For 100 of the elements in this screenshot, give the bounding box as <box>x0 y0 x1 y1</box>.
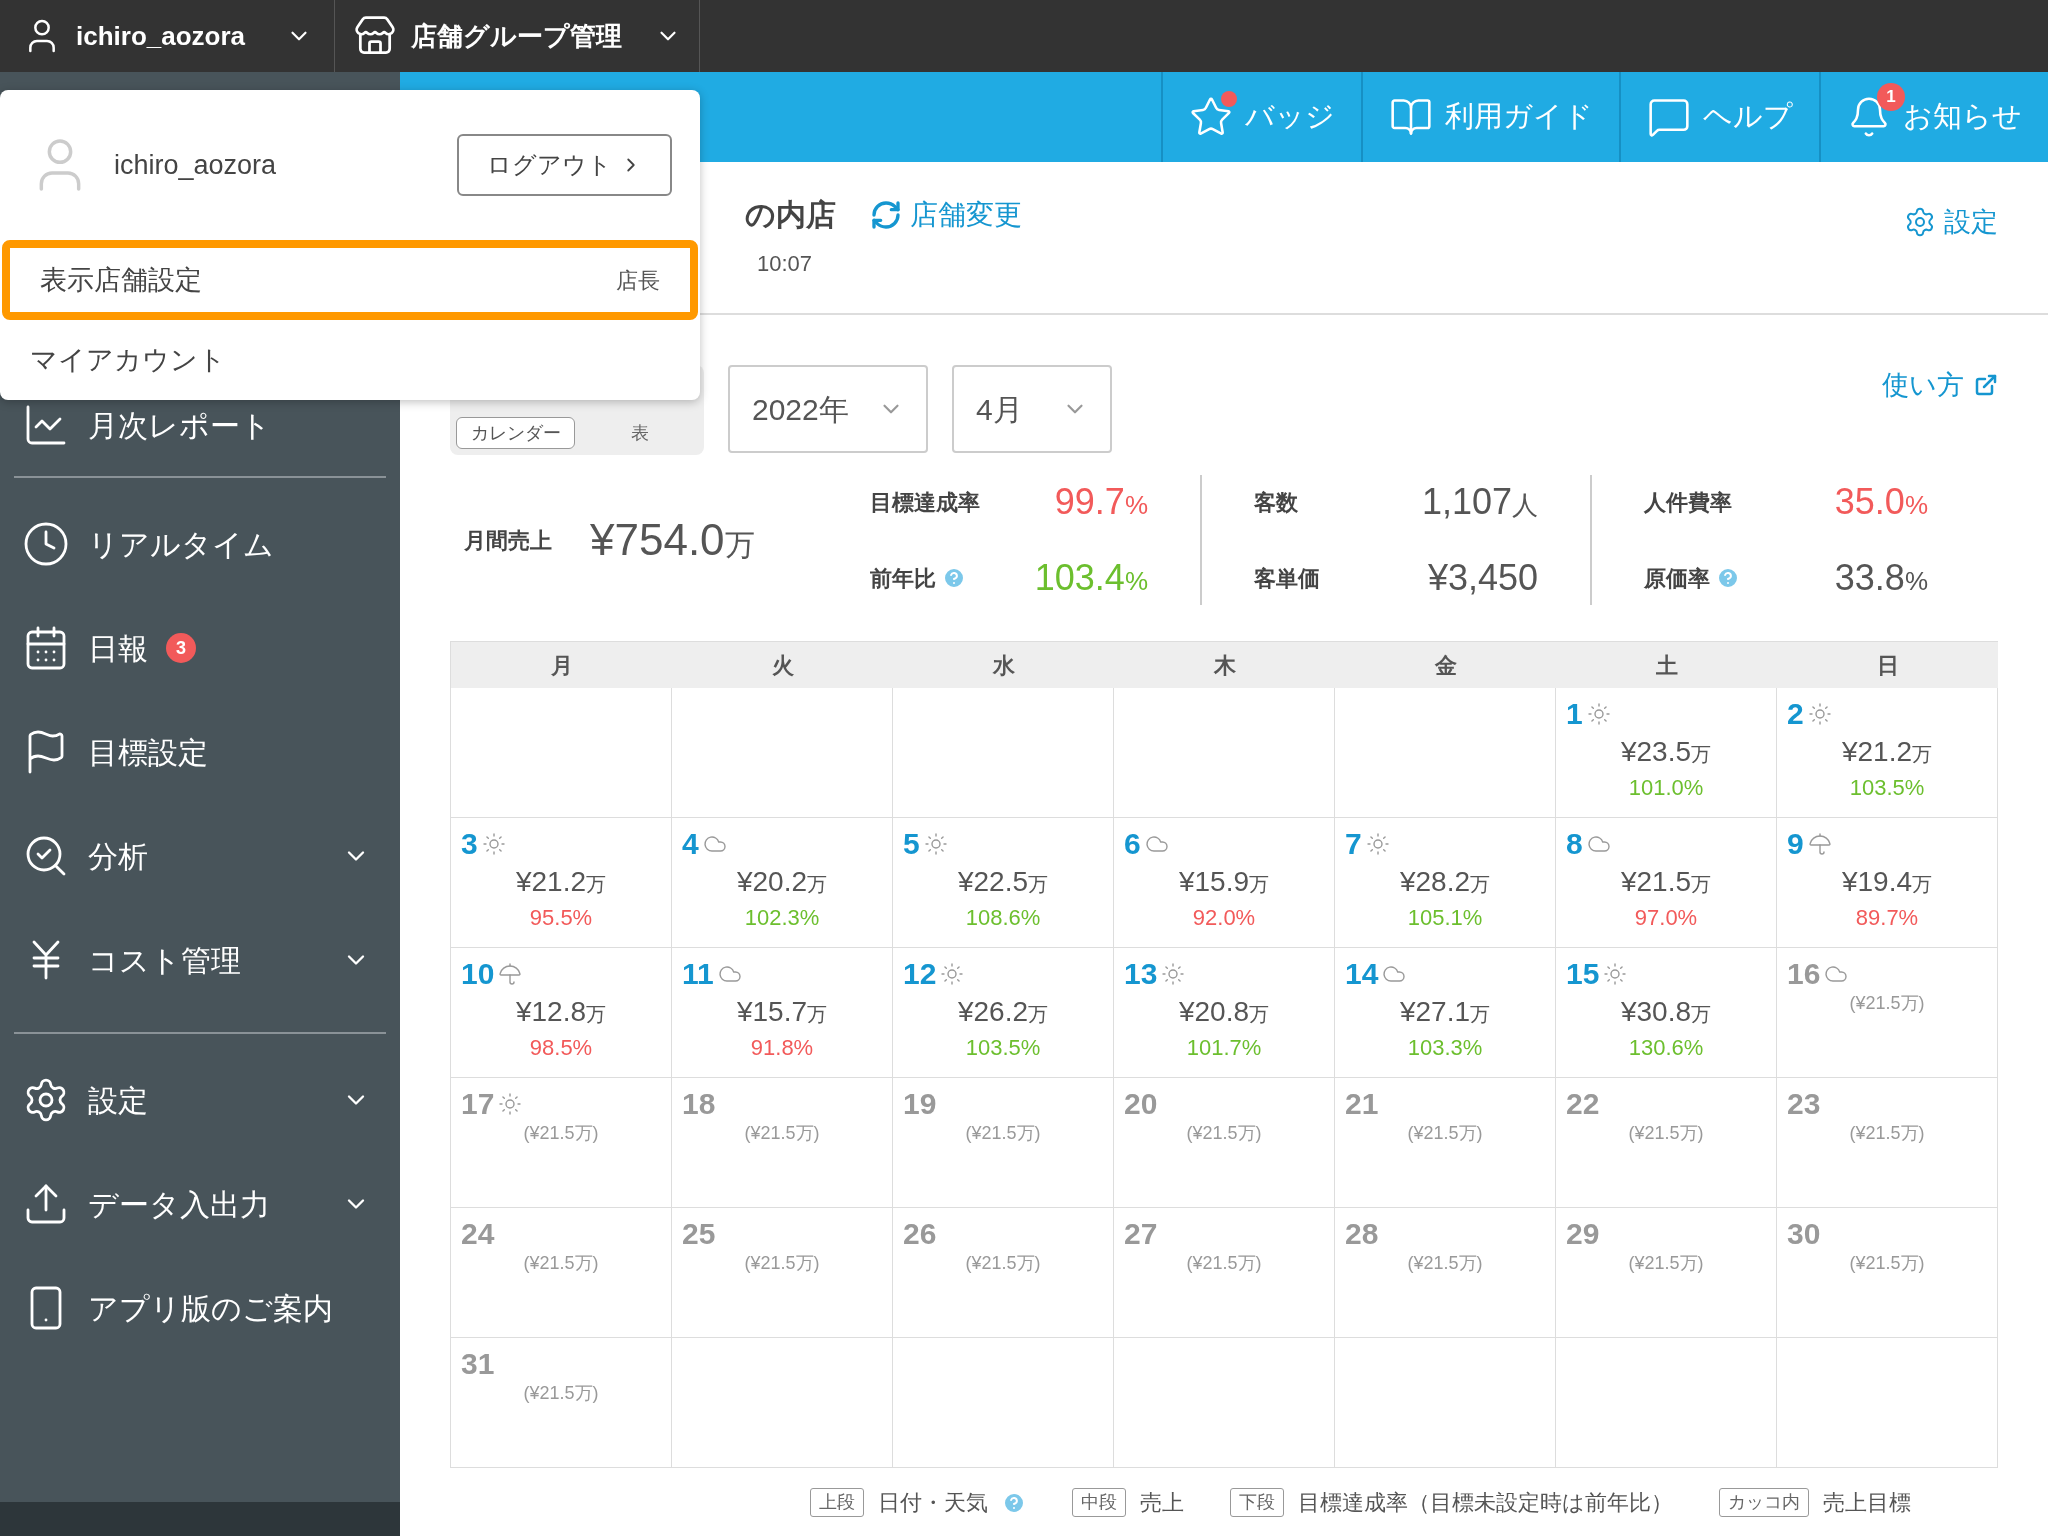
sales-amount: ¥26.2万 <box>957 995 1049 1029</box>
day-number: 21 <box>1345 1086 1379 1122</box>
sales-amount: ¥20.2万 <box>736 865 828 899</box>
sales-target: (¥21.5万) <box>1849 1252 1925 1275</box>
legend-text: 売上 <box>1140 1489 1184 1517</box>
settings-icon <box>1904 206 1936 239</box>
day-number: 30 <box>1787 1216 1821 1252</box>
help-icon[interactable] <box>1716 566 1740 590</box>
sales-target: (¥21.5万) <box>965 1252 1041 1275</box>
achievement-rate: 97.0% <box>1634 904 1698 932</box>
sales-amount: ¥12.8万 <box>515 995 607 1029</box>
metric-label: 人件費率 <box>1644 488 1732 517</box>
achievement-rate: 103.3% <box>1407 1034 1483 1062</box>
menu-item[interactable]: 表示店舗設定 店長 <box>2 240 698 320</box>
day-number: 20 <box>1124 1086 1158 1122</box>
metric-label: 客単価 <box>1254 564 1320 593</box>
metric-value: 1,107人 <box>1421 480 1538 524</box>
sales-target: (¥21.5万) <box>1407 1252 1483 1275</box>
achievement-rate: 103.5% <box>1849 774 1925 802</box>
day-number: 1 <box>1566 696 1583 732</box>
weekday-header: 水 <box>992 651 1015 680</box>
metric-value: 33.8% <box>1834 556 1928 600</box>
help-icon[interactable] <box>942 566 966 590</box>
day-number: 16 <box>1787 956 1821 992</box>
day-number: 5 <box>903 826 920 862</box>
updated-time: 10:07 <box>757 250 814 278</box>
sales-amount: ¥22.5万 <box>957 865 1049 899</box>
sales-amount: ¥15.7万 <box>736 995 828 1029</box>
day-number: 19 <box>903 1086 937 1122</box>
day-number: 4 <box>682 826 699 862</box>
day-number: 29 <box>1566 1216 1600 1252</box>
sales-target: (¥21.5万) <box>1186 1252 1262 1275</box>
role-label: 店長 <box>616 266 660 295</box>
month-select[interactable]: 4月 <box>952 365 1112 453</box>
achievement-rate: 130.6% <box>1628 1034 1704 1062</box>
sales-target: (¥21.5万) <box>965 1122 1041 1145</box>
sales-amount: ¥21.2万 <box>515 865 607 899</box>
refresh-icon <box>870 198 902 231</box>
sidebar-item[interactable]: アプリ版のご案内 <box>22 1256 378 1360</box>
metric-value: 103.4% <box>1034 556 1148 600</box>
legend-tag: カッコ内 <box>1719 1488 1809 1517</box>
sidebar-item[interactable]: データ入出力 <box>22 1152 378 1256</box>
sidebar-item[interactable]: 分析 <box>22 804 378 908</box>
weekday-header: 火 <box>771 651 794 680</box>
achievement-rate: 108.6% <box>965 904 1041 932</box>
day-number: 27 <box>1124 1216 1158 1252</box>
sales-amount: ¥27.1万 <box>1399 995 1491 1029</box>
day-number: 8 <box>1566 826 1583 862</box>
metric-label: 目標達成率 <box>870 488 980 517</box>
day-number: 22 <box>1566 1086 1600 1122</box>
sidebar-item[interactable]: リアルタイム <box>22 492 378 596</box>
sales-target: (¥21.5万) <box>1849 1122 1925 1145</box>
day-number: 18 <box>682 1086 716 1122</box>
metric-value: 99.7% <box>1054 480 1148 524</box>
day-number: 7 <box>1345 826 1362 862</box>
achievement-rate: 92.0% <box>1192 904 1256 932</box>
day-number: 23 <box>1787 1086 1821 1122</box>
achievement-rate: 95.5% <box>529 904 593 932</box>
metric-label: 原価率 <box>1644 564 1710 593</box>
day-number: 14 <box>1345 956 1379 992</box>
legend-tag: 下段 <box>1230 1488 1284 1517</box>
sales-amount: ¥28.2万 <box>1399 865 1491 899</box>
store-name: の内店 <box>745 197 836 233</box>
sidebar-item[interactable]: 設定 <box>22 1048 378 1152</box>
sidebar-item[interactable]: コスト管理 <box>22 908 378 1012</box>
sales-amount: ¥21.2万 <box>1841 735 1933 769</box>
achievement-rate: 101.0% <box>1628 774 1704 802</box>
sales-target: (¥21.5万) <box>1628 1252 1704 1275</box>
metric-value: 35.0% <box>1834 480 1928 524</box>
day-number: 24 <box>461 1216 495 1252</box>
day-number: 13 <box>1124 956 1158 992</box>
achievement-rate: 103.5% <box>965 1034 1041 1062</box>
year-select[interactable]: 2022年 <box>728 365 928 453</box>
day-number: 3 <box>461 826 478 862</box>
day-number: 28 <box>1345 1216 1379 1252</box>
weekday-header: 土 <box>1655 651 1678 680</box>
day-number: 17 <box>461 1086 495 1122</box>
monthly-sales-value: ¥754.0万 <box>590 514 755 566</box>
sales-target: (¥21.5万) <box>744 1252 820 1275</box>
legend-tag: 上段 <box>810 1488 864 1517</box>
day-number: 31 <box>461 1346 495 1382</box>
day-number: 11 <box>682 956 714 992</box>
legend-text: 売上目標 <box>1823 1489 1911 1517</box>
day-number: 26 <box>903 1216 937 1252</box>
day-number: 10 <box>461 956 495 992</box>
sales-target: (¥21.5万) <box>523 1122 599 1145</box>
sales-amount: ¥30.8万 <box>1620 995 1712 1029</box>
sidebar-item[interactable]: 日報 3 <box>22 596 378 700</box>
external-link-icon <box>1974 373 1998 398</box>
sales-amount: ¥21.5万 <box>1620 865 1712 899</box>
achievement-rate: 98.5% <box>529 1034 593 1062</box>
metric-value: ¥3,450 <box>1427 556 1538 600</box>
sidebar-item[interactable]: 目標設定 <box>22 700 378 804</box>
view-tab[interactable]: カレンダー <box>456 417 575 449</box>
view-tab[interactable]: 表 <box>581 417 698 449</box>
logout-button[interactable]: ログアウト <box>457 134 672 196</box>
clock-icon <box>22 520 70 568</box>
sales-amount: ¥15.9万 <box>1178 865 1270 899</box>
sales-target: (¥21.5万) <box>1407 1122 1483 1145</box>
weekday-header: 木 <box>1213 651 1236 680</box>
